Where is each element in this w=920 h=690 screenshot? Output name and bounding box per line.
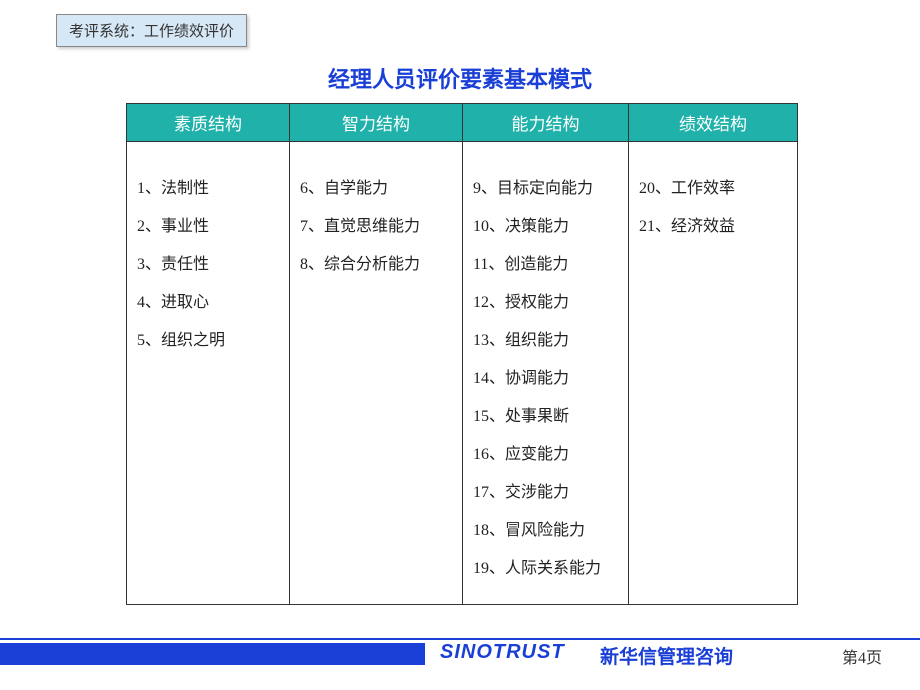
list-item: 8、综合分析能力	[300, 250, 454, 274]
column-body: 6、自学能力 7、直觉思维能力 8、综合分析能力	[290, 142, 462, 300]
list-item: 15、处事果断	[473, 402, 620, 426]
column-body: 20、工作效率 21、经济效益	[629, 142, 797, 262]
evaluation-table: 素质结构 1、法制性 2、事业性 3、责任性 4、进取心 5、组织之明 智力结构…	[126, 103, 798, 605]
list-item: 13、组织能力	[473, 326, 620, 350]
list-item: 12、授权能力	[473, 288, 620, 312]
column-header: 能力结构	[463, 104, 628, 142]
column-header: 素质结构	[127, 104, 289, 142]
column-performance: 绩效结构 20、工作效率 21、经济效益	[629, 104, 797, 604]
footer-brand: SINOTRUST	[440, 641, 565, 664]
list-item: 5、组织之明	[137, 326, 281, 350]
list-item: 7、直觉思维能力	[300, 212, 454, 236]
list-item: 1、法制性	[137, 174, 281, 198]
column-body: 9、目标定向能力 10、决策能力 11、创造能力 12、授权能力 13、组织能力…	[463, 142, 628, 604]
list-item: 4、进取心	[137, 288, 281, 312]
list-item: 16、应变能力	[473, 440, 620, 464]
footer-line-thick	[0, 643, 425, 665]
footer-line-thin	[0, 638, 920, 640]
column-header: 智力结构	[290, 104, 462, 142]
list-item: 14、协调能力	[473, 364, 620, 388]
list-item: 18、冒风险能力	[473, 516, 620, 540]
column-quality: 素质结构 1、法制性 2、事业性 3、责任性 4、进取心 5、组织之明	[127, 104, 290, 604]
footer-company: 新华信管理咨询	[600, 642, 733, 669]
footer: SINOTRUST 新华信管理咨询 第4页	[0, 636, 920, 668]
list-item: 19、人际关系能力	[473, 554, 620, 578]
breadcrumb-text: 考评系统：工作绩效评价	[69, 24, 234, 40]
column-body: 1、法制性 2、事业性 3、责任性 4、进取心 5、组织之明	[127, 142, 289, 376]
page-title: 经理人员评价要素基本模式	[0, 62, 920, 94]
list-item: 11、创造能力	[473, 250, 620, 274]
breadcrumb-tag: 考评系统：工作绩效评价	[56, 14, 247, 47]
list-item: 2、事业性	[137, 212, 281, 236]
list-item: 9、目标定向能力	[473, 174, 620, 198]
list-item: 3、责任性	[137, 250, 281, 274]
column-header: 绩效结构	[629, 104, 797, 142]
list-item: 20、工作效率	[639, 174, 789, 198]
list-item: 17、交涉能力	[473, 478, 620, 502]
column-intelligence: 智力结构 6、自学能力 7、直觉思维能力 8、综合分析能力	[290, 104, 463, 604]
page-number: 第4页	[842, 644, 882, 668]
column-ability: 能力结构 9、目标定向能力 10、决策能力 11、创造能力 12、授权能力 13…	[463, 104, 629, 604]
list-item: 10、决策能力	[473, 212, 620, 236]
list-item: 6、自学能力	[300, 174, 454, 198]
list-item: 21、经济效益	[639, 212, 789, 236]
